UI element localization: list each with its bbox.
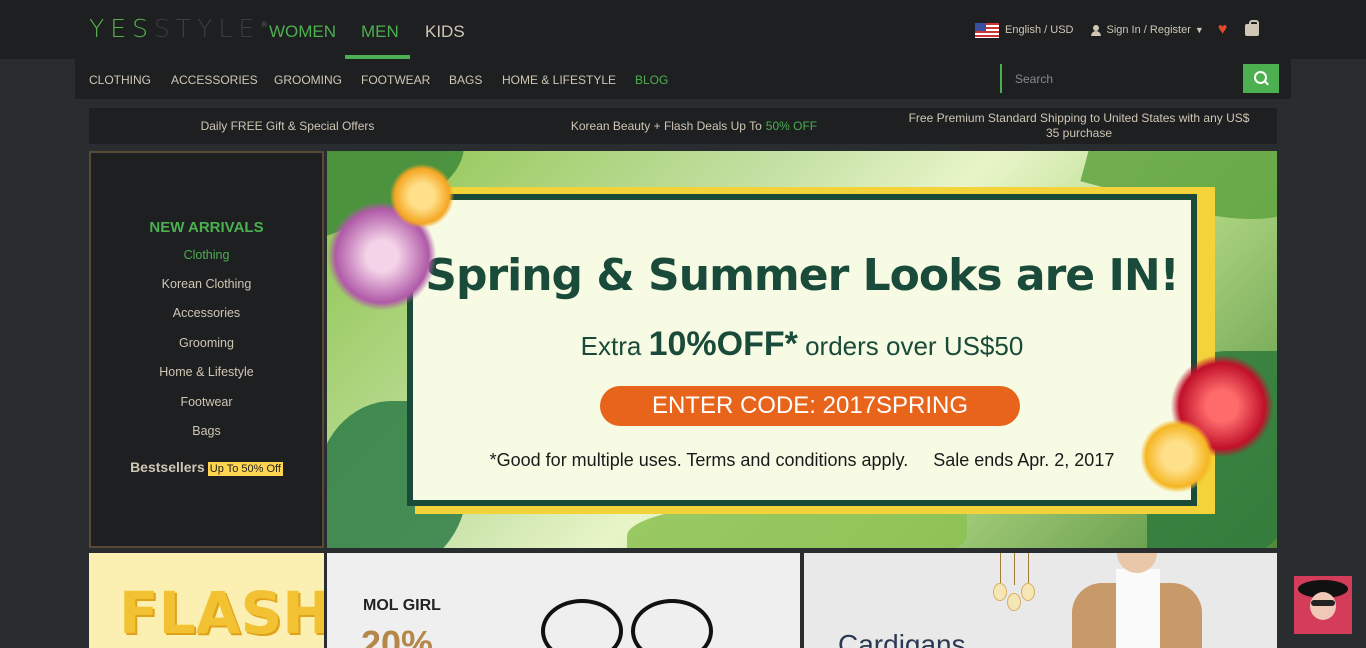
sidebar-link-bags[interactable]: Bags [91, 424, 322, 438]
new-arrivals-heading: NEW ARRIVALS [149, 219, 264, 236]
flower-decoration [1137, 416, 1217, 496]
yesstyle-logo[interactable]: YESSTYLE® [89, 14, 268, 43]
promo-free-shipping-text: Free Premium Standard Shipping to United… [908, 111, 1250, 140]
nav-clothing[interactable]: CLOTHING [89, 73, 151, 87]
lamp-cord [1014, 553, 1015, 585]
sidebar-link-korean-clothing[interactable]: Korean Clothing [91, 277, 322, 291]
sidebar-link-clothing[interactable]: Clothing [91, 248, 322, 262]
nav-footwear[interactable]: FOOTWEAR [361, 73, 430, 87]
promo-discount-highlight: 50% OFF [765, 119, 818, 133]
user-icon [1091, 24, 1102, 36]
cardigans-tile[interactable]: Cardigans [804, 553, 1277, 648]
cardigans-label: Cardigans [838, 629, 966, 648]
banner-subtitle-pre: Extra [580, 331, 642, 361]
sidebar-link-grooming[interactable]: Grooming [91, 336, 322, 350]
eyewear-tile[interactable]: MOL GIRL 20% [327, 553, 800, 648]
chevron-down-icon[interactable]: ▼ [1195, 25, 1204, 35]
hero-banner[interactable]: Spring & Summer Looks are IN! Extra 10%O… [327, 151, 1277, 548]
promo-korean-beauty-text: Korean Beauty + Flash Deals Up To [570, 119, 762, 133]
lamp-bulb [993, 583, 1007, 601]
account-toolbar: English / USD Sign In / Register ▼ ♥ [975, 20, 1260, 39]
banner-subtitle-post: orders over US$50 [805, 331, 1024, 361]
search-box [1000, 64, 1279, 93]
lamp-cord [1028, 553, 1029, 585]
chat-avatar-widget[interactable] [1294, 576, 1352, 634]
nav-home-lifestyle[interactable]: HOME & LIFESTYLE [502, 73, 616, 87]
nav-grooming[interactable]: GROOMING [274, 73, 342, 87]
promo-korean-beauty[interactable]: Korean Beauty + Flash Deals Up To 50% OFF [509, 108, 879, 144]
us-flag-icon [975, 22, 999, 38]
tab-women[interactable]: WOMEN [269, 22, 336, 42]
logo-text-yes: YES [89, 14, 154, 43]
brand-name: MOL GIRL [363, 597, 441, 614]
promo-free-shipping[interactable]: Free Premium Standard Shipping to United… [904, 108, 1254, 144]
banner-terms: *Good for multiple uses. Terms and condi… [489, 450, 1115, 470]
lamp-bulb [1021, 583, 1035, 601]
banner-subtitle: Extra 10%OFF* orders over US$50 [413, 325, 1191, 364]
model-shirt [1116, 569, 1160, 648]
sidebar-link-accessories[interactable]: Accessories [91, 306, 322, 320]
search-button[interactable] [1243, 64, 1279, 93]
promo-free-gift-text: Daily FREE Gift & Special Offers [200, 119, 375, 133]
tab-kids[interactable]: KIDS [425, 22, 465, 42]
lamp-bulb [1007, 593, 1021, 611]
lamp-cord [1000, 553, 1001, 585]
flash-text: FLASH [119, 579, 324, 647]
signin-register-link[interactable]: Sign In / Register [1106, 24, 1190, 36]
nav-accessories[interactable]: ACCESSORIES [171, 73, 258, 87]
locale-selector[interactable]: English / USD [1005, 24, 1073, 36]
bestsellers-label: Bestsellers [130, 459, 205, 475]
sidebar-link-home-lifestyle[interactable]: Home & Lifestyle [91, 365, 322, 379]
flower-decoration [387, 161, 457, 231]
flash-deals-tile[interactable]: FLASH [89, 553, 324, 648]
banner-frame: Spring & Summer Looks are IN! Extra 10%O… [407, 194, 1197, 506]
nav-blog[interactable]: BLOG [635, 73, 668, 87]
new-arrivals-sidebar: NEW ARRIVALS Clothing Korean Clothing Ac… [89, 151, 324, 548]
banner-title: Spring & Summer Looks are IN! [425, 250, 1179, 301]
promo-free-gift[interactable]: Daily FREE Gift & Special Offers [129, 108, 446, 144]
avatar-face [1310, 592, 1336, 620]
avatar-sunglasses [1311, 600, 1335, 606]
shopping-bag-icon[interactable] [1245, 20, 1260, 36]
search-input[interactable] [1002, 64, 1232, 93]
glasses-image [631, 599, 713, 648]
promo-bar: Daily FREE Gift & Special Offers Korean … [89, 108, 1277, 144]
promo-code-pill: ENTER CODE: 2017SPRING [600, 386, 1020, 426]
category-nav: CLOTHING ACCESSORIES GROOMING FOOTWEAR B… [75, 59, 1291, 99]
tab-men[interactable]: MEN [361, 22, 399, 42]
bestsellers-link[interactable]: Bestsellers Up To 50% Off [91, 459, 322, 476]
logo-text-style: STYLE [153, 14, 261, 43]
sidebar-link-footwear[interactable]: Footwear [91, 395, 322, 409]
nav-bags[interactable]: BAGS [449, 73, 482, 87]
logo-registered-mark: ® [260, 20, 269, 30]
bestsellers-badge: Up To 50% Off [207, 462, 283, 476]
banner-discount: 10%OFF* [648, 325, 798, 363]
top-header: YESSTYLE® WOMEN MEN KIDS English / USD S… [0, 0, 1366, 59]
glasses-image [541, 599, 623, 648]
heart-icon[interactable]: ♥ [1218, 21, 1228, 39]
discount-percentage: 20% [361, 623, 434, 648]
